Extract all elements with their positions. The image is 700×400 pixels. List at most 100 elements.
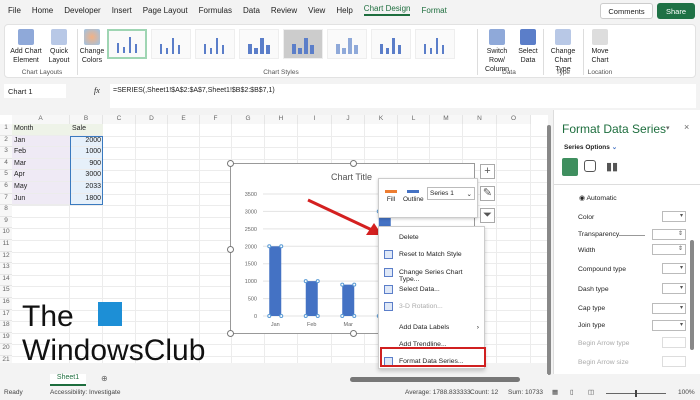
join-type-dropdown[interactable]: ▾ xyxy=(652,320,686,331)
bar-feb[interactable] xyxy=(305,281,318,316)
name-box[interactable]: Chart 1 xyxy=(4,84,66,98)
row-header[interactable]: 9 xyxy=(0,216,12,229)
series-dropdown[interactable]: Series 1 ⌄ xyxy=(427,187,475,200)
cell[interactable]: Feb xyxy=(12,147,70,159)
cell[interactable]: Month xyxy=(12,124,70,136)
cell[interactable]: Sale xyxy=(70,124,103,136)
compound-type-dropdown[interactable]: ▾ xyxy=(662,263,686,274)
column-header[interactable]: J xyxy=(332,115,365,124)
quick-layout-button[interactable]: Quick Layout xyxy=(45,29,73,65)
zoom-level[interactable]: 100% xyxy=(678,389,695,396)
menu-item-select-data[interactable]: Select Data... xyxy=(379,282,484,299)
menu-item-add-data-labels[interactable]: Add Data Labels › xyxy=(379,320,484,337)
move-chart-button[interactable]: Move Chart xyxy=(586,29,614,65)
horizontal-scrollbar[interactable] xyxy=(350,377,520,382)
chart-style-2[interactable] xyxy=(151,29,191,59)
cell[interactable]: Mar xyxy=(12,158,70,171)
cell[interactable]: Apr xyxy=(12,170,70,182)
chart-style-1[interactable] xyxy=(107,29,147,59)
row-header[interactable]: 11 xyxy=(0,240,12,252)
tab-page-layout[interactable]: Page Layout xyxy=(143,6,188,15)
add-chart-element-button[interactable]: Add Chart Element xyxy=(9,29,43,65)
fill-button[interactable]: Fill xyxy=(385,183,397,203)
tab-home[interactable]: Home xyxy=(32,6,53,15)
sheet-tab-sheet1[interactable]: Sheet1 xyxy=(50,374,86,386)
share-button[interactable]: Share xyxy=(657,3,695,19)
page-layout-view-icon[interactable]: ▯ xyxy=(570,388,574,396)
fx-button[interactable]: fx xyxy=(94,86,100,95)
row-header[interactable]: 20 xyxy=(0,344,12,356)
page-break-view-icon[interactable]: ◫ xyxy=(588,388,594,396)
row-header[interactable]: 12 xyxy=(0,251,12,264)
row-header[interactable]: 6 xyxy=(0,182,12,194)
formula-input[interactable]: =SERIES(,Sheet1!$A$2:$A$7,Sheet1!$B$2:$B… xyxy=(110,84,696,108)
width-input[interactable]: ⇕ xyxy=(652,244,686,255)
column-header[interactable]: K xyxy=(365,115,398,124)
comments-button[interactable]: Comments xyxy=(600,3,653,19)
column-header[interactable]: D xyxy=(136,115,168,124)
row-header[interactable]: 14 xyxy=(0,274,12,287)
column-header[interactable]: O xyxy=(497,115,531,124)
row-header[interactable]: 8 xyxy=(0,205,12,217)
row-header[interactable]: 18 xyxy=(0,321,12,333)
row-header[interactable]: 21 xyxy=(0,356,12,363)
column-header[interactable]: F xyxy=(200,115,232,124)
tab-view[interactable]: View xyxy=(308,6,325,15)
transparency-slider[interactable] xyxy=(619,235,645,236)
bar-jan[interactable] xyxy=(269,246,282,316)
tab-file[interactable]: File xyxy=(8,6,21,15)
column-header[interactable]: L xyxy=(398,115,430,124)
column-header[interactable]: M xyxy=(430,115,463,124)
accessibility-status[interactable]: Accessibility: Investigate xyxy=(50,389,120,396)
chart-style-8[interactable] xyxy=(415,29,455,59)
resize-handle[interactable] xyxy=(227,246,234,253)
chart-style-6[interactable] xyxy=(327,29,367,59)
row-header[interactable]: 13 xyxy=(0,263,12,275)
tab-insert[interactable]: Insert xyxy=(112,6,132,15)
row-header[interactable]: 17 xyxy=(0,309,12,322)
resize-handle[interactable] xyxy=(350,330,357,337)
cell[interactable]: Jun xyxy=(12,193,70,206)
resize-handle[interactable] xyxy=(350,160,357,167)
change-chart-type-button[interactable]: Change Chart Type xyxy=(546,29,580,74)
column-header[interactable]: A xyxy=(12,115,70,124)
vertical-scrollbar[interactable] xyxy=(547,125,551,375)
tab-format[interactable]: Format xyxy=(421,6,446,15)
automatic-radio[interactable]: ◉ Automatic xyxy=(579,194,617,202)
chart-elements-plus-icon[interactable]: + xyxy=(480,164,495,179)
series-options-dropdown[interactable]: Series Options ⌄ xyxy=(564,143,617,151)
tab-formulas[interactable]: Formulas xyxy=(199,6,232,15)
chart-style-7[interactable] xyxy=(371,29,411,59)
row-header[interactable]: 16 xyxy=(0,298,12,310)
row-header[interactable]: 10 xyxy=(0,228,12,240)
column-header[interactable]: H xyxy=(265,115,298,124)
row-header[interactable]: 7 xyxy=(0,193,12,206)
tab-review[interactable]: Review xyxy=(271,6,297,15)
pane-scrollbar[interactable] xyxy=(690,240,694,350)
add-sheet-icon[interactable]: ⊕ xyxy=(101,374,108,383)
row-header[interactable]: 2 xyxy=(0,135,12,148)
row-header[interactable]: 3 xyxy=(0,147,12,159)
close-icon[interactable]: × xyxy=(684,122,689,132)
chart-filter-icon[interactable]: ⏷ xyxy=(480,208,495,223)
switch-row-column-button[interactable]: Switch Row/ Column xyxy=(479,29,515,74)
tab-chart-design[interactable]: Chart Design xyxy=(363,4,411,16)
resize-handle[interactable] xyxy=(227,160,234,167)
column-header[interactable]: C xyxy=(103,115,136,124)
row-header[interactable]: 4 xyxy=(0,158,12,171)
column-header[interactable]: I xyxy=(298,115,332,124)
column-header[interactable]: N xyxy=(463,115,497,124)
tab-help[interactable]: Help xyxy=(336,6,352,15)
bar-mar[interactable] xyxy=(342,284,355,316)
menu-item-change-series-chart-type[interactable]: Change Series Chart Type... xyxy=(379,265,484,283)
fill-line-tab-icon[interactable] xyxy=(562,158,578,176)
color-picker[interactable]: ▾ xyxy=(662,211,686,222)
row-header[interactable]: 19 xyxy=(0,332,12,345)
select-data-button[interactable]: Select Data xyxy=(517,29,539,65)
row-header[interactable]: 15 xyxy=(0,286,12,298)
cap-type-dropdown[interactable]: ▾ xyxy=(652,303,686,314)
effects-tab-icon[interactable] xyxy=(584,160,596,172)
zoom-slider[interactable] xyxy=(606,390,666,397)
resize-handle[interactable] xyxy=(227,330,234,337)
dash-type-dropdown[interactable]: ▾ xyxy=(662,283,686,294)
